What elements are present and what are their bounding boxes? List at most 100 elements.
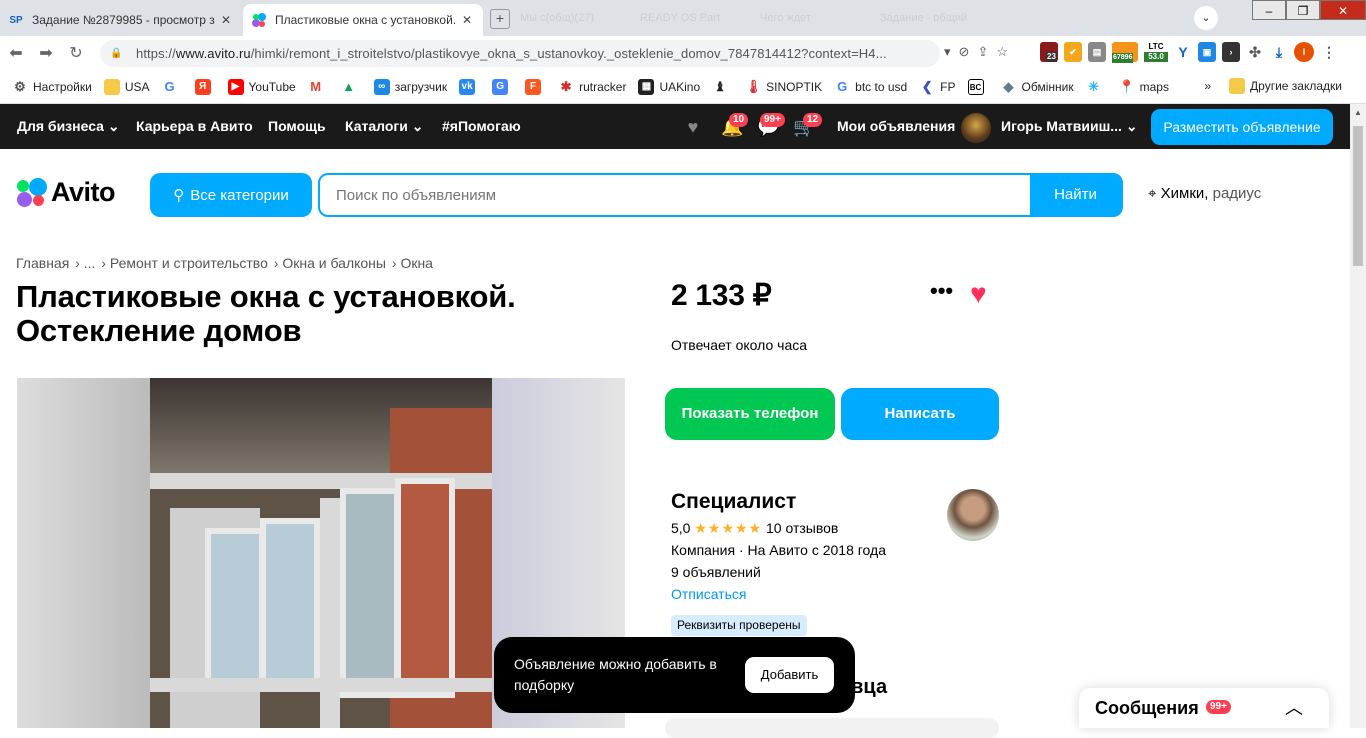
bookmark-maps[interactable]: 📍 maps bbox=[1119, 79, 1169, 95]
url-text[interactable]: https://www.avito.ru/himki/remont_i_stro… bbox=[136, 46, 940, 61]
tab-close-icon[interactable]: ✕ bbox=[218, 13, 234, 27]
chevron-up-icon[interactable]: ︿ bbox=[1285, 694, 1303, 720]
download-icon[interactable]: ⤓ bbox=[1270, 42, 1288, 62]
bookmark-chess[interactable]: ♝ bbox=[712, 79, 733, 95]
breadcrumb-repair[interactable]: Ремонт и строительство bbox=[110, 255, 268, 271]
address-bar-actions: ▾ ⊘ ⇪ ☆ bbox=[944, 44, 1008, 60]
search-input[interactable] bbox=[320, 175, 1030, 215]
unsubscribe-link[interactable]: Отписаться bbox=[671, 586, 746, 602]
address-bar[interactable]: 🔒 https://www.avito.ru/himki/remont_i_st… bbox=[100, 40, 940, 67]
nav-help[interactable]: Помощь bbox=[268, 118, 326, 134]
extension-bitcoin-icon[interactable]: 67896 bbox=[1112, 42, 1138, 63]
bookmark-yandex[interactable]: Я bbox=[194, 78, 216, 95]
nav-for-business[interactable]: Для бизнеса ⌄ bbox=[17, 118, 120, 135]
scroll-up-icon[interactable]: ▲ bbox=[1354, 108, 1362, 117]
tab-close-icon[interactable]: ✕ bbox=[459, 13, 475, 27]
lock-icon[interactable]: 🔒 bbox=[110, 48, 126, 59]
extension-shield-icon[interactable]: 23 bbox=[1040, 42, 1058, 62]
bookmark-star-icon[interactable]: ☆ bbox=[996, 44, 1008, 60]
sp-favicon-icon: SP bbox=[9, 14, 23, 26]
search-button[interactable]: Найти bbox=[1030, 175, 1121, 215]
extension-ltc-icon[interactable]: LTC 53.0 bbox=[1144, 42, 1168, 62]
more-options-icon[interactable]: ••• bbox=[930, 278, 953, 304]
share-icon[interactable]: ⇪ bbox=[977, 44, 988, 60]
forward-arrow-icon[interactable]: ➡ bbox=[32, 43, 60, 63]
chevron-down-icon: ⌄ bbox=[411, 118, 424, 134]
seller-ads-count[interactable]: 9 объявлений bbox=[671, 564, 761, 580]
bookmark-sinoptik[interactable]: 🌡 SINOPTIK bbox=[745, 79, 822, 95]
background-tab[interactable]: Задание - общий bbox=[880, 12, 990, 24]
extension-badge-icon[interactable]: ✔ bbox=[1064, 42, 1082, 62]
bookmark-usa[interactable]: USA bbox=[103, 78, 150, 95]
messenger-widget[interactable]: Сообщения 99+ ︿ bbox=[1079, 688, 1329, 728]
show-phone-button[interactable]: Показать телефон bbox=[665, 388, 835, 440]
page-scrollbar[interactable]: ▲ bbox=[1350, 104, 1366, 728]
seller-name[interactable]: Специалист bbox=[671, 490, 796, 514]
listing-photo[interactable] bbox=[150, 378, 492, 728]
post-ad-button[interactable]: Разместить объявление bbox=[1151, 109, 1333, 145]
dropdown-arrow-icon[interactable]: ▾ bbox=[944, 44, 951, 60]
bookmark-downloader[interactable]: ∞ загрузчик bbox=[373, 78, 447, 95]
minimize-icon[interactable]: – bbox=[1252, 0, 1286, 20]
bookmark-uakino[interactable]: ▦ UAKino bbox=[638, 78, 700, 95]
breadcrumb-home[interactable]: Главная bbox=[16, 255, 69, 271]
bookmark-exchanger[interactable]: ◆ Обмінник bbox=[1001, 79, 1074, 95]
background-tab[interactable]: Чего ждет bbox=[760, 12, 870, 24]
bookmark-settings[interactable]: ⚙ Настройки bbox=[12, 79, 92, 95]
extensions-puzzle-icon[interactable]: ✣ bbox=[1246, 42, 1264, 62]
new-tab-button[interactable]: + bbox=[490, 9, 510, 29]
tab-search-chevron-icon[interactable]: ⌄ bbox=[1194, 6, 1218, 30]
bookmark-bc[interactable]: BC bbox=[967, 78, 989, 95]
bookmark-youtube[interactable]: ▶ YouTube bbox=[227, 78, 296, 95]
bookmark-fp[interactable]: ❮ FP bbox=[919, 79, 956, 95]
write-message-button[interactable]: Написать bbox=[841, 388, 999, 440]
avito-logo[interactable]: Avito bbox=[16, 176, 116, 208]
favorites-heart-icon[interactable]: ♥ bbox=[682, 116, 704, 138]
extension-briefcase-icon[interactable]: ▤ bbox=[1088, 42, 1106, 62]
nav-ihelp[interactable]: #яПомогаю bbox=[442, 118, 521, 134]
nav-career[interactable]: Карьера в Авито bbox=[136, 118, 253, 134]
google-icon: G bbox=[164, 78, 175, 94]
gmail-icon: M bbox=[310, 78, 322, 94]
extension-box-icon[interactable]: ▣ bbox=[1198, 42, 1216, 62]
toast-add-button[interactable]: Добавить bbox=[745, 657, 834, 693]
all-categories-button[interactable]: ⚲ Все категории bbox=[150, 173, 312, 217]
bookmark-btc[interactable]: Gbtc to usd bbox=[834, 79, 907, 95]
user-avatar[interactable] bbox=[961, 113, 991, 143]
favorite-heart-icon[interactable]: ♥ bbox=[970, 278, 987, 310]
extension-y-icon[interactable]: Y bbox=[1174, 42, 1192, 62]
browser-menu-icon[interactable]: ⋮ bbox=[1320, 42, 1338, 62]
back-arrow-icon[interactable]: ⬅ bbox=[2, 43, 30, 63]
breadcrumb-ellipsis[interactable]: ... bbox=[84, 255, 96, 271]
bookmark-f[interactable]: F bbox=[525, 78, 546, 95]
maximize-icon[interactable]: ❐ bbox=[1286, 0, 1320, 20]
scrollbar-thumb[interactable] bbox=[1353, 126, 1363, 266]
nav-my-ads[interactable]: Мои объявления bbox=[837, 118, 955, 134]
bookmark-google[interactable]: G bbox=[162, 79, 183, 95]
more-bookmarks-icon[interactable]: » bbox=[1204, 79, 1211, 93]
nav-user-menu[interactable]: Игорь Матвииш... ⌄ bbox=[1001, 118, 1138, 135]
breadcrumb-windows-balconies[interactable]: Окна и балконы bbox=[282, 255, 386, 271]
location-selector[interactable]: ⌖ Химки, радиус bbox=[1148, 185, 1261, 202]
bookmark-star[interactable]: ✳ bbox=[1086, 79, 1107, 95]
nav-catalogs[interactable]: Каталоги ⌄ bbox=[345, 118, 423, 135]
blocked-icon[interactable]: ⊘ bbox=[959, 44, 970, 60]
background-tab[interactable]: READY OS Part bbox=[640, 12, 750, 24]
window-close-icon[interactable]: ✕ bbox=[1320, 0, 1366, 20]
reload-icon[interactable]: ↻ bbox=[62, 43, 90, 63]
breadcrumb-windows[interactable]: Окна bbox=[400, 255, 433, 271]
browser-tab-task[interactable]: SP Задание №2879985 - просмотр з ✕ bbox=[0, 4, 242, 36]
bookmark-gmail[interactable]: M bbox=[308, 79, 329, 95]
bookmark-translate[interactable]: G bbox=[492, 78, 513, 95]
seller-rating[interactable]: 5,0 ★★★★★ 10 отзывов bbox=[671, 520, 838, 537]
profile-avatar[interactable]: I bbox=[1294, 42, 1314, 62]
extension-arrow-icon[interactable]: › bbox=[1222, 42, 1240, 62]
bookmark-vk[interactable]: vk bbox=[459, 78, 480, 95]
background-tab[interactable]: Мы с(общ)(27) bbox=[520, 12, 630, 24]
other-bookmarks[interactable]: Другие закладки bbox=[1229, 78, 1342, 94]
seller-avatar[interactable] bbox=[947, 489, 999, 541]
browser-tab-avito[interactable]: Пластиковые окна с установкой. ✕ bbox=[243, 4, 483, 36]
bookmark-drive[interactable]: ▲ bbox=[341, 79, 362, 95]
bookmark-rutracker[interactable]: ✱ rutracker bbox=[558, 79, 627, 95]
categories-search-icon: ⚲ bbox=[173, 187, 185, 204]
